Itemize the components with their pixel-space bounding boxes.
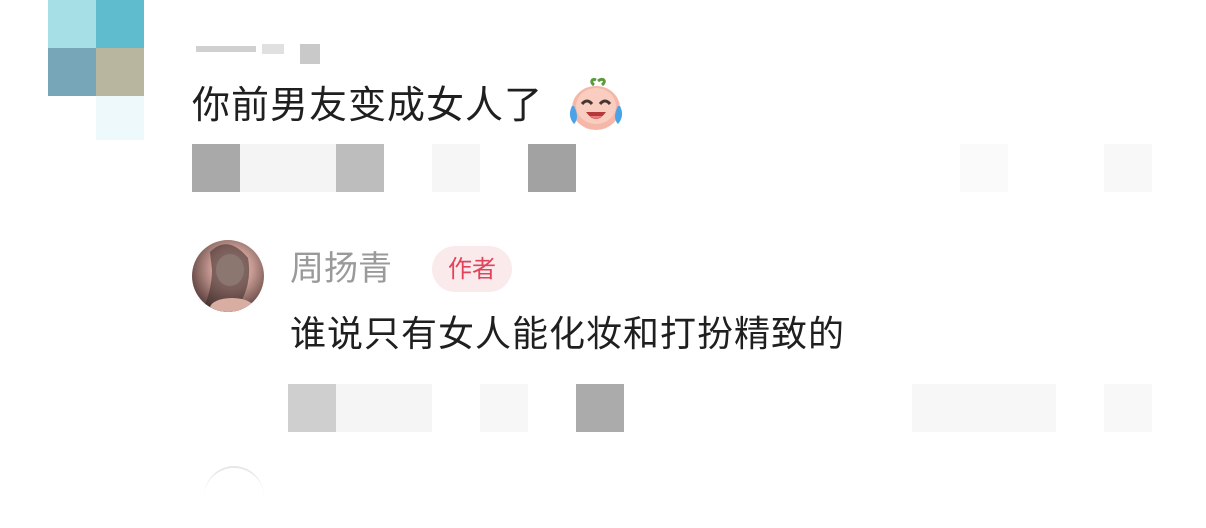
avatar[interactable] [192,240,264,312]
reply-text: 谁说只有女人能化妆和打扮精致的 [290,314,846,355]
comment-text: 你前男友变成女人了 [192,83,544,127]
crying-laughing-face-icon [569,77,623,130]
next-avatar-edge [204,466,264,528]
reply-author-name[interactable]: 周扬青 [290,246,392,292]
user-avatar-image [202,244,254,312]
author-badge: 作者 [432,246,512,292]
